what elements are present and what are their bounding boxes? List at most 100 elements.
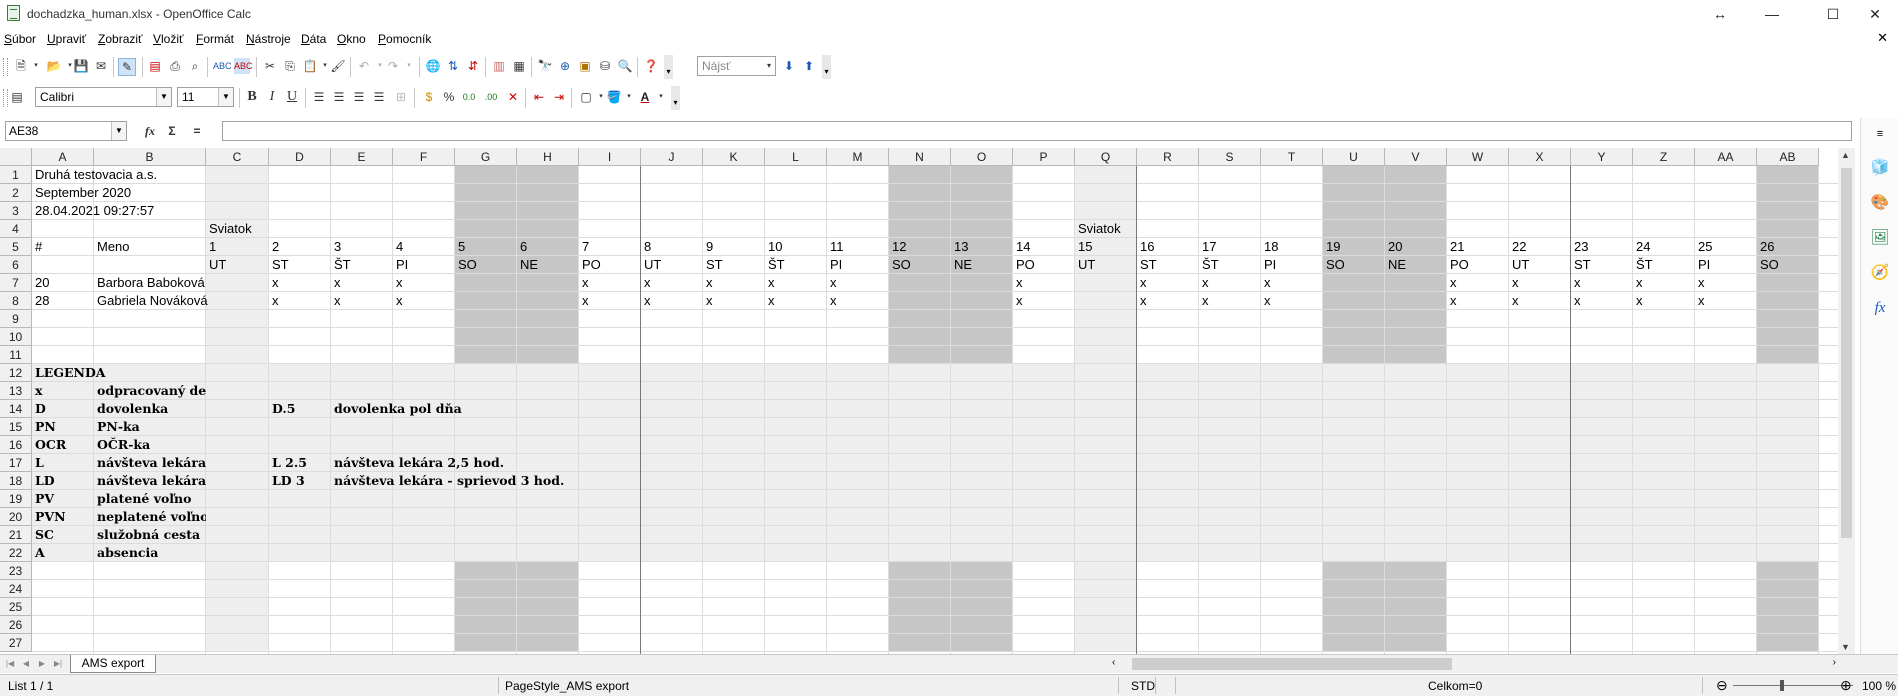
row-header[interactable]: 3 bbox=[0, 202, 32, 220]
attendance-mark[interactable]: x bbox=[703, 274, 713, 292]
legend-code[interactable]: LD 3 bbox=[269, 472, 305, 490]
legend-code[interactable]: OCR bbox=[32, 436, 66, 454]
row-header[interactable]: 7 bbox=[0, 274, 32, 292]
autospellcheck-icon[interactable]: ABC bbox=[234, 58, 253, 74]
weekday[interactable]: NE bbox=[1385, 256, 1406, 274]
attendance-mark[interactable]: x bbox=[641, 292, 651, 310]
weekday[interactable]: SO bbox=[889, 256, 911, 274]
close-window-button[interactable]: ✕ bbox=[1852, 0, 1898, 28]
row-header[interactable]: 20 bbox=[0, 508, 32, 526]
delete-decimal-icon[interactable]: ✕ bbox=[505, 89, 521, 105]
legend-code[interactable]: D bbox=[32, 400, 46, 418]
legend-code[interactable]: L bbox=[32, 454, 44, 472]
select-all-corner[interactable] bbox=[0, 148, 32, 166]
attendance-mark[interactable]: x bbox=[1571, 274, 1581, 292]
justify-icon[interactable]: ☰ bbox=[371, 89, 387, 105]
add-decimal-icon[interactable]: .00 bbox=[483, 89, 499, 105]
zoom-in-icon[interactable]: ⊕ bbox=[1840, 677, 1852, 694]
day-number[interactable]: 24 bbox=[1633, 238, 1650, 256]
paste-icon[interactable]: 📋 bbox=[302, 58, 318, 74]
row-header[interactable]: 10 bbox=[0, 328, 32, 346]
day-number[interactable]: 20 bbox=[1385, 238, 1402, 256]
zoom-icon[interactable]: 🔍 bbox=[617, 58, 633, 74]
functions-icon[interactable]: fx bbox=[1870, 298, 1890, 318]
print-preview-icon[interactable]: ⌕ bbox=[187, 58, 203, 74]
day-number[interactable]: 25 bbox=[1695, 238, 1712, 256]
find-replace-icon[interactable]: 🔭 bbox=[537, 58, 553, 74]
weekday[interactable]: PI bbox=[1261, 256, 1276, 274]
attendance-mark[interactable]: x bbox=[1199, 292, 1209, 310]
menu-item-7[interactable]: Dáta bbox=[301, 32, 326, 46]
row-header[interactable]: 23 bbox=[0, 562, 32, 580]
column-header[interactable]: J bbox=[641, 148, 703, 166]
attendance-mark[interactable]: x bbox=[1633, 292, 1643, 310]
day-number[interactable]: 1 bbox=[206, 238, 216, 256]
day-number[interactable]: 14 bbox=[1013, 238, 1030, 256]
attendance-mark[interactable]: x bbox=[1633, 274, 1643, 292]
company-name[interactable]: Druhá testovacia a.s. bbox=[32, 166, 157, 184]
find-toolbar-options-icon[interactable]: ▾ bbox=[822, 55, 831, 79]
previous-sheet-icon[interactable]: ◀ bbox=[20, 658, 32, 670]
increase-indent-icon[interactable]: ⇥ bbox=[551, 89, 567, 105]
weekday[interactable]: NE bbox=[517, 256, 538, 274]
period[interactable]: September 2020 bbox=[32, 184, 131, 202]
day-number[interactable]: 7 bbox=[579, 238, 589, 256]
legend-description[interactable]: PN-ka bbox=[94, 418, 206, 436]
edit-mode-icon[interactable]: ✎ bbox=[118, 58, 136, 76]
weekday[interactable]: SO bbox=[1323, 256, 1345, 274]
legend-description[interactable]: návšteva lekára - sprievod 3 hod. bbox=[331, 472, 564, 490]
day-number[interactable]: 13 bbox=[951, 238, 968, 256]
new-dropdown-icon[interactable]: ▾ bbox=[28, 58, 44, 74]
spreadsheet-grid[interactable]: A B C D E F G H I J K L M N O P Q R S T U V W X Y Z AA AB 1 2 3 4 5 6 7 8 9 1… bbox=[0, 148, 1838, 654]
column-header[interactable]: C bbox=[206, 148, 269, 166]
export-pdf-icon[interactable]: ▤ bbox=[147, 58, 163, 74]
row-header[interactable]: 17 bbox=[0, 454, 32, 472]
resize-icon[interactable]: ↔ bbox=[1697, 0, 1743, 28]
italic-icon[interactable]: I bbox=[264, 89, 280, 105]
legend-code[interactable]: PVN bbox=[32, 508, 66, 526]
align-right-icon[interactable]: ☰ bbox=[351, 89, 367, 105]
row-header[interactable]: 4 bbox=[0, 220, 32, 238]
gallery-icon[interactable]: ▣ bbox=[577, 58, 593, 74]
day-number[interactable]: 12 bbox=[889, 238, 906, 256]
legend-code[interactable]: L 2.5 bbox=[269, 454, 307, 472]
attendance-mark[interactable]: x bbox=[1261, 292, 1271, 310]
weekday[interactable]: UT bbox=[206, 256, 226, 274]
column-header[interactable]: W bbox=[1447, 148, 1509, 166]
currency-format-icon[interactable]: $ bbox=[421, 89, 437, 105]
day-number[interactable]: 22 bbox=[1509, 238, 1526, 256]
row-header[interactable]: 26 bbox=[0, 616, 32, 634]
percent-format-icon[interactable]: % bbox=[441, 89, 457, 105]
legend-description[interactable]: absencia bbox=[94, 544, 206, 562]
weekday[interactable]: PI bbox=[1695, 256, 1710, 274]
day-number[interactable]: 3 bbox=[331, 238, 341, 256]
font-color-dropdown-icon[interactable]: ▾ bbox=[653, 89, 669, 105]
redo-dropdown-icon[interactable]: ▾ bbox=[401, 58, 417, 74]
column-header[interactable]: U bbox=[1323, 148, 1385, 166]
zoom-slider[interactable] bbox=[1733, 685, 1853, 686]
legend-description[interactable]: neplatené voľno bbox=[94, 508, 206, 526]
close-document-icon[interactable]: ✕ bbox=[1877, 30, 1888, 46]
font-name-select[interactable]: Calibri ▼ bbox=[35, 87, 172, 107]
column-header[interactable]: A bbox=[32, 148, 94, 166]
row-header[interactable]: 15 bbox=[0, 418, 32, 436]
scroll-down-icon[interactable]: ▼ bbox=[1841, 642, 1850, 652]
sidebar-menu-icon[interactable]: ≡ bbox=[1870, 124, 1890, 144]
legend-code[interactable]: D.5 bbox=[269, 400, 295, 418]
day-number[interactable]: 4 bbox=[393, 238, 403, 256]
chart-icon[interactable]: ▥ bbox=[491, 58, 507, 74]
column-header[interactable]: O bbox=[951, 148, 1013, 166]
row-header[interactable]: 9 bbox=[0, 310, 32, 328]
legend-code[interactable]: PV bbox=[32, 490, 54, 508]
column-header[interactable]: V bbox=[1385, 148, 1447, 166]
next-sheet-icon[interactable]: ▶ bbox=[36, 658, 48, 670]
employee-name[interactable]: Barbora Baboková bbox=[94, 274, 205, 292]
function-wizard-icon[interactable]: fx bbox=[142, 123, 158, 139]
legend-description[interactable]: návšteva lekára 2,5 hod. bbox=[331, 454, 504, 472]
legend-description[interactable]: návšteva lekára bbox=[94, 454, 206, 472]
legend-code[interactable]: PN bbox=[32, 418, 56, 436]
zoom-out-icon[interactable]: ⊖ bbox=[1716, 677, 1728, 694]
weekday[interactable]: ST bbox=[269, 256, 289, 274]
last-sheet-icon[interactable]: ▶| bbox=[52, 658, 64, 670]
weekday[interactable]: PO bbox=[1447, 256, 1469, 274]
